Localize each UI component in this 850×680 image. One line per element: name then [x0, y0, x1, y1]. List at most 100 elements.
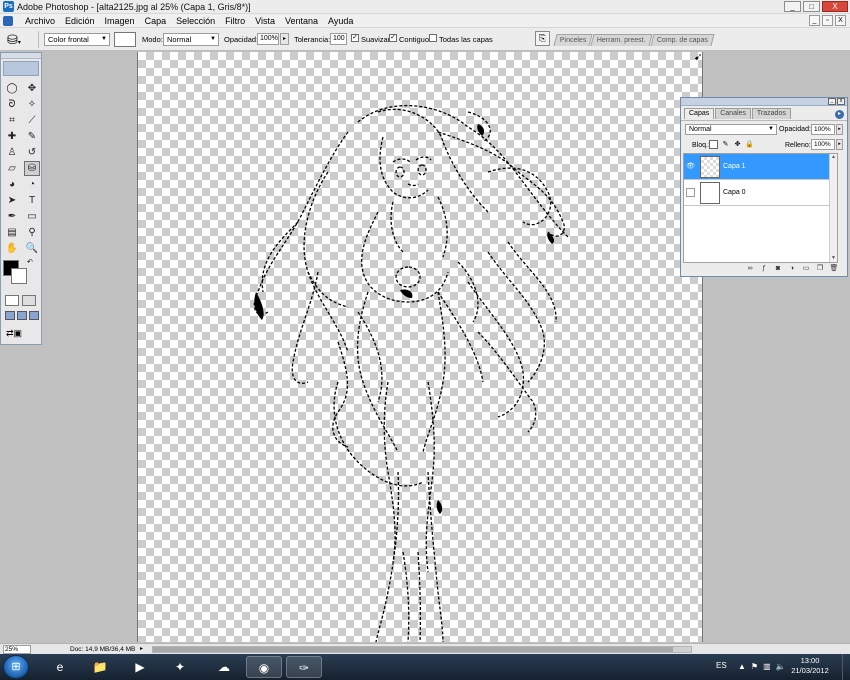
history-brush-icon[interactable]: ↺ — [24, 145, 40, 160]
fill-source-select[interactable]: Color frontal ▼ — [44, 33, 110, 46]
slice-icon[interactable]: ⟋ — [24, 113, 40, 128]
tab-trazados[interactable]: Trazados — [751, 108, 791, 119]
status-menu-icon[interactable]: ▸ — [140, 645, 143, 654]
rectangle-icon[interactable]: ▭ — [24, 209, 40, 224]
flag-icon[interactable]: ⚑ — [751, 662, 758, 671]
toolbox-header[interactable] — [1, 53, 41, 59]
blur-icon[interactable]: ◕ — [4, 177, 20, 192]
minimize-button[interactable]: _ — [784, 1, 801, 12]
adjustment-layer-icon[interactable]: ◑ — [787, 264, 797, 273]
show-desktop-button[interactable] — [842, 654, 850, 680]
type-icon[interactable]: T — [24, 193, 40, 208]
lock-position-icon[interactable]: ✥ — [733, 140, 742, 149]
lock-transparency-icon[interactable] — [709, 140, 718, 149]
new-group-icon[interactable]: ▭ — [801, 264, 811, 273]
menu-filtro[interactable]: Filtro — [220, 15, 250, 28]
media-player-icon[interactable]: ▶ — [122, 656, 158, 678]
menu-ayuda[interactable]: Ayuda — [323, 15, 358, 28]
lasso-icon[interactable]: ᘐ — [4, 97, 20, 112]
standard-mode-button[interactable] — [5, 295, 19, 306]
show-hidden-icons-icon[interactable]: ▲ — [738, 662, 746, 671]
fill-input[interactable]: 100% — [811, 139, 835, 150]
app-icon[interactable]: ☁ — [206, 656, 242, 678]
quick-mask-button[interactable] — [22, 295, 36, 306]
menu-ventana[interactable]: Ventana — [280, 15, 323, 28]
layer-opacity-slider-button[interactable]: ▸ — [836, 124, 843, 135]
palette-titlebar[interactable]: _ x — [681, 98, 847, 106]
tool-preset-picker[interactable]: ⛁▾ — [7, 31, 35, 48]
volume-icon[interactable]: 🔈 — [776, 662, 786, 671]
background-color-swatch[interactable] — [11, 268, 27, 284]
layer-mask-icon[interactable]: ◙ — [773, 264, 783, 273]
palette-close-button[interactable]: x — [837, 98, 845, 105]
network-icon[interactable]: ▥ — [763, 662, 771, 671]
visibility-toggle[interactable] — [686, 188, 695, 197]
horizontal-scrollbar[interactable] — [152, 646, 692, 653]
zoom-level-input[interactable]: 25% — [3, 645, 31, 654]
tab-pinceles[interactable]: Pinceles — [553, 34, 594, 46]
opacity-slider-button[interactable]: ▸ — [280, 33, 289, 45]
document-canvas[interactable]: ➹ — [137, 52, 703, 642]
pen-icon[interactable]: ✒ — [4, 209, 20, 224]
pattern-swatch[interactable] — [114, 32, 136, 47]
tab-canales[interactable]: Canales — [715, 108, 751, 119]
menu-archivo[interactable]: Archivo — [20, 15, 60, 28]
brush-icon[interactable]: ✎ — [24, 129, 40, 144]
palette-minimize-button[interactable]: _ — [828, 98, 836, 105]
notes-icon[interactable]: ▤ — [4, 225, 20, 240]
menu-edicion[interactable]: Edición — [60, 15, 100, 28]
path-selection-icon[interactable]: ➤ — [4, 193, 20, 208]
scrollbar-thumb[interactable] — [153, 647, 673, 652]
tolerance-input[interactable]: 100 — [330, 33, 347, 45]
tab-herram-preest[interactable]: Herram. preest. — [590, 34, 653, 46]
full-screen-menu-button[interactable] — [17, 311, 27, 320]
eyedropper-icon[interactable]: ⚲ — [24, 225, 40, 240]
link-layers-icon[interactable]: ∞ — [745, 264, 755, 273]
document-icon[interactable] — [3, 16, 13, 26]
close-button[interactable]: X — [822, 1, 848, 12]
photoshop-feather-icon[interactable]: ✑ — [286, 656, 322, 678]
new-layer-icon[interactable]: ❐ — [815, 264, 825, 273]
scroll-up-icon[interactable]: ▲ — [830, 154, 837, 161]
tab-comp-capas[interactable]: Comp. de capas — [650, 34, 715, 46]
doc-minimize-button[interactable]: _ — [809, 15, 820, 26]
folder-icon[interactable]: 📁 — [82, 656, 118, 678]
tab-capas[interactable]: Capas — [684, 108, 715, 119]
lock-image-icon[interactable]: ✎ — [721, 140, 730, 149]
marquee-icon[interactable]: ◯ — [4, 81, 20, 96]
adobe-online-icon[interactable] — [3, 61, 39, 76]
opacity-input[interactable]: 100% — [257, 33, 279, 45]
doc-restore-button[interactable]: ▫ — [822, 15, 833, 26]
layer-style-icon[interactable]: ƒ — [759, 264, 769, 273]
menu-imagen[interactable]: Imagen — [100, 15, 140, 28]
file-browser-icon[interactable]: ⎘ — [535, 31, 550, 46]
start-button[interactable]: ⊞ — [3, 655, 29, 679]
move-icon[interactable]: ✥ — [24, 81, 40, 96]
internet-explorer-icon[interactable]: e — [42, 656, 78, 678]
healing-brush-icon[interactable]: ✚ — [4, 129, 20, 144]
chrome-icon[interactable]: ◉ — [246, 656, 282, 678]
layer-row-capa-1[interactable]: 👁 Capa 1 — [684, 154, 837, 180]
zoom-icon[interactable]: 🔍 — [24, 241, 40, 256]
layer-opacity-input[interactable]: 100% — [811, 124, 835, 135]
clone-stamp-icon[interactable]: ♙ — [4, 145, 20, 160]
blend-mode-select[interactable]: Normal ▼ — [685, 124, 777, 135]
paint-bucket-icon[interactable]: ⛁ — [24, 161, 40, 176]
delete-layer-icon[interactable]: 🗑 — [829, 264, 839, 273]
eye-icon[interactable]: 👁 — [686, 162, 695, 171]
palette-menu-icon[interactable]: ▸ — [835, 110, 844, 119]
fill-slider-button[interactable]: ▸ — [836, 139, 843, 150]
eraser-icon[interactable]: ▱ — [4, 161, 20, 176]
lock-all-icon[interactable]: 🔒 — [745, 140, 754, 149]
full-screen-button[interactable] — [29, 311, 39, 320]
swap-colors-icon[interactable]: ↶ — [27, 258, 33, 266]
language-indicator[interactable]: ES — [716, 661, 727, 670]
crop-icon[interactable]: ⌗ — [4, 113, 20, 128]
maximize-button[interactable]: □ — [803, 1, 820, 12]
system-clock[interactable]: 13:00 21/03/2012 — [790, 656, 830, 676]
contiguous-checkbox[interactable]: ✓ — [389, 34, 397, 42]
mode-select[interactable]: Normal ▼ — [163, 33, 219, 46]
hand-icon[interactable]: ✋ — [4, 241, 20, 256]
antialias-checkbox[interactable]: ✓ — [351, 34, 359, 42]
menu-vista[interactable]: Vista — [250, 15, 280, 28]
